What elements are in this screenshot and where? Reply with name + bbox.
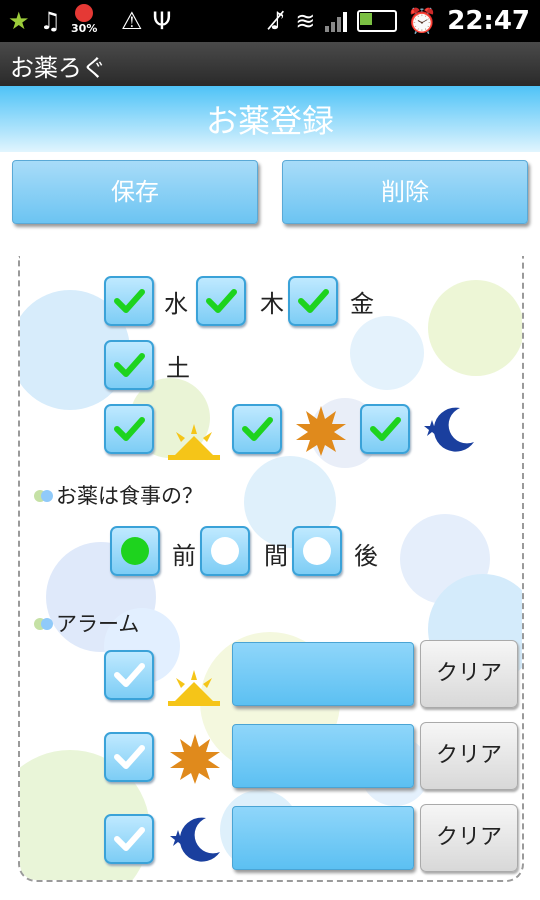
noon-checkbox[interactable]: [232, 404, 282, 454]
moon-icon: [424, 407, 474, 452]
alarm-noon-clear-button[interactable]: クリア: [420, 722, 518, 790]
alarm-night-clear-button[interactable]: クリア: [420, 804, 518, 872]
alarm-noon-checkbox[interactable]: [104, 732, 154, 782]
signal-icon: [325, 10, 348, 32]
alarm-section-title: アラーム: [34, 608, 139, 638]
meal-before-radio[interactable]: [110, 526, 160, 576]
page-title: お薬登録: [205, 102, 334, 140]
music-note-icon: ♫: [39, 7, 62, 35]
usb-icon: Ψ: [152, 7, 172, 35]
decorative-bubble: [428, 280, 522, 376]
save-button[interactable]: 保存: [12, 160, 258, 224]
day-fri-label: 金: [350, 290, 374, 318]
day-sat-checkbox[interactable]: [104, 340, 154, 390]
sun-icon: [296, 406, 346, 456]
meal-before-label: 前: [172, 542, 196, 570]
partial-row-top: [106, 256, 366, 260]
alarm-section-title-text: アラーム: [56, 612, 140, 636]
day-thu-checkbox[interactable]: [196, 276, 246, 326]
meal-section-title-text: お薬は食事の？: [56, 484, 203, 508]
alarm-morning-clear-button[interactable]: クリア: [420, 640, 518, 708]
sunrise-icon: [168, 670, 220, 706]
day-fri-checkbox[interactable]: [288, 276, 338, 326]
weather-icon: 30%: [71, 0, 111, 42]
day-wed-label: 水: [164, 290, 188, 318]
clock-time: 22:47: [447, 6, 530, 36]
bubbles-icon: [34, 616, 54, 632]
meal-after-radio[interactable]: [292, 526, 342, 576]
day-thu-label: 木: [260, 290, 284, 318]
moon-icon: [170, 817, 220, 862]
bubbles-icon: [34, 488, 54, 504]
meal-section-title: お薬は食事の？: [34, 480, 203, 510]
alarm-morning-checkbox[interactable]: [104, 650, 154, 700]
wifi-icon: ≋: [295, 7, 316, 35]
sun-icon: [170, 734, 220, 784]
star-icon: ★: [8, 7, 30, 35]
status-bar: ★ ♫ 30% ⚠ Ψ ♪̸ ≋ ⏰ 22:47: [0, 0, 540, 42]
meal-between-label: 間: [264, 542, 288, 570]
morning-checkbox[interactable]: [104, 404, 154, 454]
page-header: お薬登録: [0, 86, 540, 152]
medicine-form-panel[interactable]: 水 木 金 土 お薬は食事の？ 前 間 後 アラーム クリア クリア クリア: [18, 256, 524, 882]
day-sat-label: 土: [166, 354, 190, 382]
meal-after-label: 後: [354, 542, 378, 570]
alarm-icon: ⏰: [407, 7, 438, 35]
night-checkbox[interactable]: [360, 404, 410, 454]
delete-button[interactable]: 削除: [282, 160, 528, 224]
battery-icon: [357, 10, 398, 32]
app-title-bar: お薬ろぐ: [0, 42, 540, 86]
alarm-noon-time-field[interactable]: [232, 724, 414, 788]
warning-icon: ⚠: [121, 7, 143, 35]
day-wed-checkbox[interactable]: [104, 276, 154, 326]
battery-percent-text: 30%: [71, 22, 98, 35]
sunrise-icon: [168, 424, 220, 460]
mute-icon: ♪̸: [269, 7, 286, 35]
alarm-morning-time-field[interactable]: [232, 642, 414, 706]
alarm-night-time-field[interactable]: [232, 806, 414, 870]
app-title: お薬ろぐ: [10, 54, 106, 82]
meal-between-radio[interactable]: [200, 526, 250, 576]
decorative-bubble: [350, 316, 424, 390]
alarm-night-checkbox[interactable]: [104, 814, 154, 864]
